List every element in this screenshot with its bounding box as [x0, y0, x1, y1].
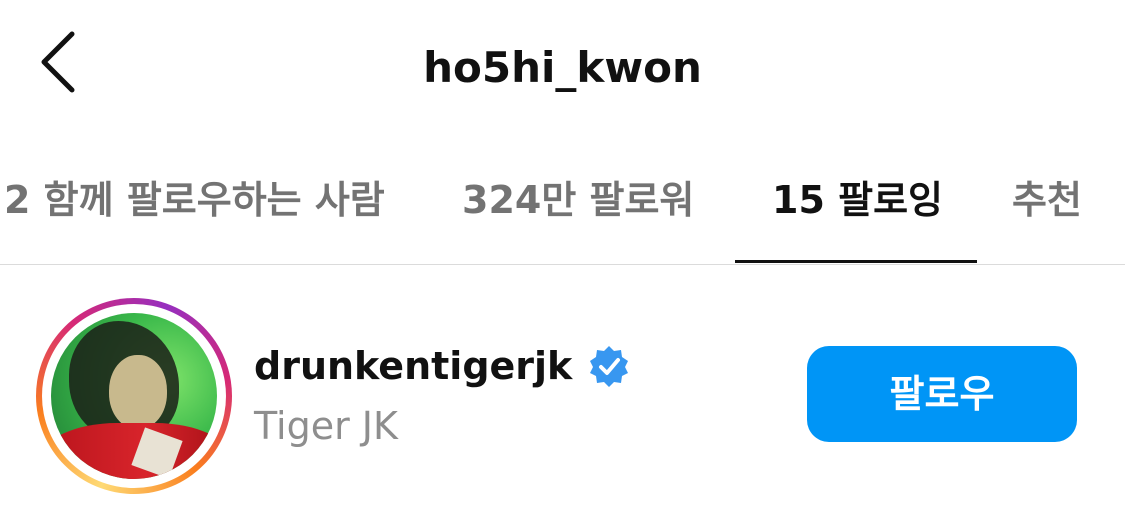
avatar-story-ring[interactable]: [36, 298, 232, 494]
full-name: Tiger JK: [254, 404, 398, 448]
follow-button[interactable]: 팔로우: [807, 346, 1077, 442]
list-item[interactable]: drunkentigerjk Tiger JK 팔로우: [0, 290, 1125, 500]
username[interactable]: drunkentigerjk: [254, 338, 572, 394]
tab-suggested[interactable]: 추천: [1012, 170, 1082, 230]
tab-followers[interactable]: 324만 팔로워: [462, 170, 694, 230]
username-line: drunkentigerjk: [254, 338, 631, 394]
tab-mutual-followers[interactable]: 2 함께 팔로우하는 사람: [4, 170, 385, 230]
verified-badge-icon: [590, 346, 629, 387]
page-title: ho5hi_kwon: [423, 43, 702, 92]
avatar: [51, 313, 217, 479]
follow-tabs: 2 함께 팔로우하는 사람 324만 팔로워 15 팔로잉 추천: [0, 160, 1125, 265]
active-tab-indicator: [735, 260, 977, 263]
tab-following[interactable]: 15 팔로잉: [772, 170, 943, 230]
top-nav-bar: ho5hi_kwon: [0, 0, 1125, 130]
